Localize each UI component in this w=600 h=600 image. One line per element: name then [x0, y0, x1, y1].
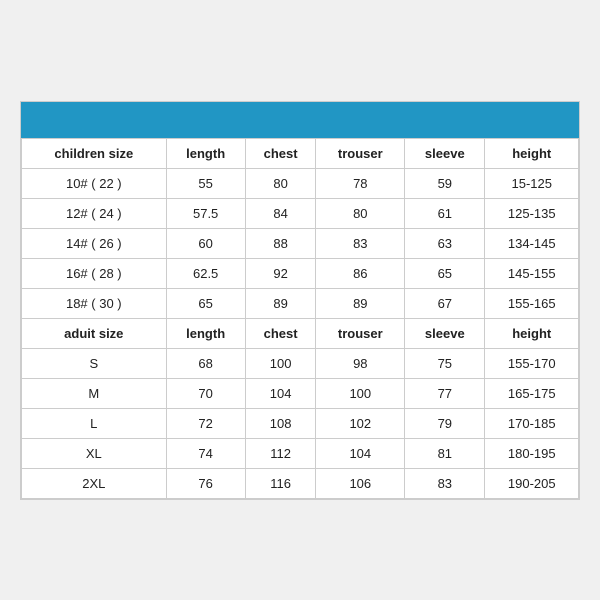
adult-cell-2-4: 79 — [405, 408, 485, 438]
adult-cell-1-5: 165-175 — [485, 378, 579, 408]
adult-col-header-1: length — [166, 318, 245, 348]
adult-cell-1-0: M — [22, 378, 167, 408]
adult-cell-2-2: 108 — [245, 408, 316, 438]
adult-cell-4-2: 116 — [245, 468, 316, 498]
adult-row-2: L7210810279170-185 — [22, 408, 579, 438]
adult-row-1: M7010410077165-175 — [22, 378, 579, 408]
adult-cell-3-5: 180-195 — [485, 438, 579, 468]
adult-cell-1-3: 100 — [316, 378, 405, 408]
children-cell-3-2: 92 — [245, 258, 316, 288]
adult-cell-2-5: 170-185 — [485, 408, 579, 438]
children-row-0: 10# ( 22 )5580785915-125 — [22, 168, 579, 198]
children-cell-4-5: 155-165 — [485, 288, 579, 318]
adult-cell-0-2: 100 — [245, 348, 316, 378]
adult-col-header-5: height — [485, 318, 579, 348]
adult-cell-4-0: 2XL — [22, 468, 167, 498]
adult-cell-1-2: 104 — [245, 378, 316, 408]
adult-cell-2-0: L — [22, 408, 167, 438]
children-cell-2-3: 83 — [316, 228, 405, 258]
adult-cell-0-1: 68 — [166, 348, 245, 378]
adult-cell-2-3: 102 — [316, 408, 405, 438]
adult-cell-0-3: 98 — [316, 348, 405, 378]
adult-cell-2-1: 72 — [166, 408, 245, 438]
adult-cell-0-4: 75 — [405, 348, 485, 378]
adult-cell-1-4: 77 — [405, 378, 485, 408]
children-cell-2-1: 60 — [166, 228, 245, 258]
adult-row-3: XL7411210481180-195 — [22, 438, 579, 468]
size-table: children sizelengthchesttrousersleevehei… — [21, 138, 579, 499]
adult-col-header-0: aduit size — [22, 318, 167, 348]
children-cell-2-5: 134-145 — [485, 228, 579, 258]
adult-col-header-3: trouser — [316, 318, 405, 348]
children-col-header-1: length — [166, 138, 245, 168]
children-cell-0-5: 15-125 — [485, 168, 579, 198]
children-cell-0-2: 80 — [245, 168, 316, 198]
children-cell-1-3: 80 — [316, 198, 405, 228]
children-cell-2-0: 14# ( 26 ) — [22, 228, 167, 258]
adult-cell-3-1: 74 — [166, 438, 245, 468]
children-cell-2-4: 63 — [405, 228, 485, 258]
adult-row-4: 2XL7611610683190-205 — [22, 468, 579, 498]
children-cell-1-4: 61 — [405, 198, 485, 228]
adult-cell-0-5: 155-170 — [485, 348, 579, 378]
children-col-header-2: chest — [245, 138, 316, 168]
children-cell-4-4: 67 — [405, 288, 485, 318]
children-cell-1-5: 125-135 — [485, 198, 579, 228]
children-cell-4-2: 89 — [245, 288, 316, 318]
adult-col-header-4: sleeve — [405, 318, 485, 348]
children-cell-0-0: 10# ( 22 ) — [22, 168, 167, 198]
children-cell-3-3: 86 — [316, 258, 405, 288]
adult-row-0: S681009875155-170 — [22, 348, 579, 378]
adult-cell-1-1: 70 — [166, 378, 245, 408]
children-cell-4-3: 89 — [316, 288, 405, 318]
chart-title — [21, 102, 579, 138]
children-cell-4-1: 65 — [166, 288, 245, 318]
adult-cell-4-3: 106 — [316, 468, 405, 498]
children-row-1: 12# ( 24 )57.5848061125-135 — [22, 198, 579, 228]
children-cell-3-1: 62.5 — [166, 258, 245, 288]
children-col-header-4: sleeve — [405, 138, 485, 168]
children-cell-0-4: 59 — [405, 168, 485, 198]
adult-cell-0-0: S — [22, 348, 167, 378]
adult-cell-4-4: 83 — [405, 468, 485, 498]
children-cell-2-2: 88 — [245, 228, 316, 258]
children-cell-0-1: 55 — [166, 168, 245, 198]
adult-col-header-2: chest — [245, 318, 316, 348]
children-cell-3-4: 65 — [405, 258, 485, 288]
children-cell-4-0: 18# ( 30 ) — [22, 288, 167, 318]
adult-cell-3-2: 112 — [245, 438, 316, 468]
children-cell-1-0: 12# ( 24 ) — [22, 198, 167, 228]
adult-cell-4-1: 76 — [166, 468, 245, 498]
children-cell-3-5: 145-155 — [485, 258, 579, 288]
children-col-header-0: children size — [22, 138, 167, 168]
children-row-3: 16# ( 28 )62.5928665145-155 — [22, 258, 579, 288]
adult-cell-3-3: 104 — [316, 438, 405, 468]
children-cell-1-1: 57.5 — [166, 198, 245, 228]
children-cell-3-0: 16# ( 28 ) — [22, 258, 167, 288]
children-col-header-5: height — [485, 138, 579, 168]
adult-cell-3-4: 81 — [405, 438, 485, 468]
children-col-header-3: trouser — [316, 138, 405, 168]
size-chart-container: children sizelengthchesttrousersleevehei… — [20, 101, 580, 500]
children-cell-1-2: 84 — [245, 198, 316, 228]
children-row-4: 18# ( 30 )65898967155-165 — [22, 288, 579, 318]
children-cell-0-3: 78 — [316, 168, 405, 198]
adult-cell-3-0: XL — [22, 438, 167, 468]
adult-cell-4-5: 190-205 — [485, 468, 579, 498]
children-row-2: 14# ( 26 )60888363134-145 — [22, 228, 579, 258]
